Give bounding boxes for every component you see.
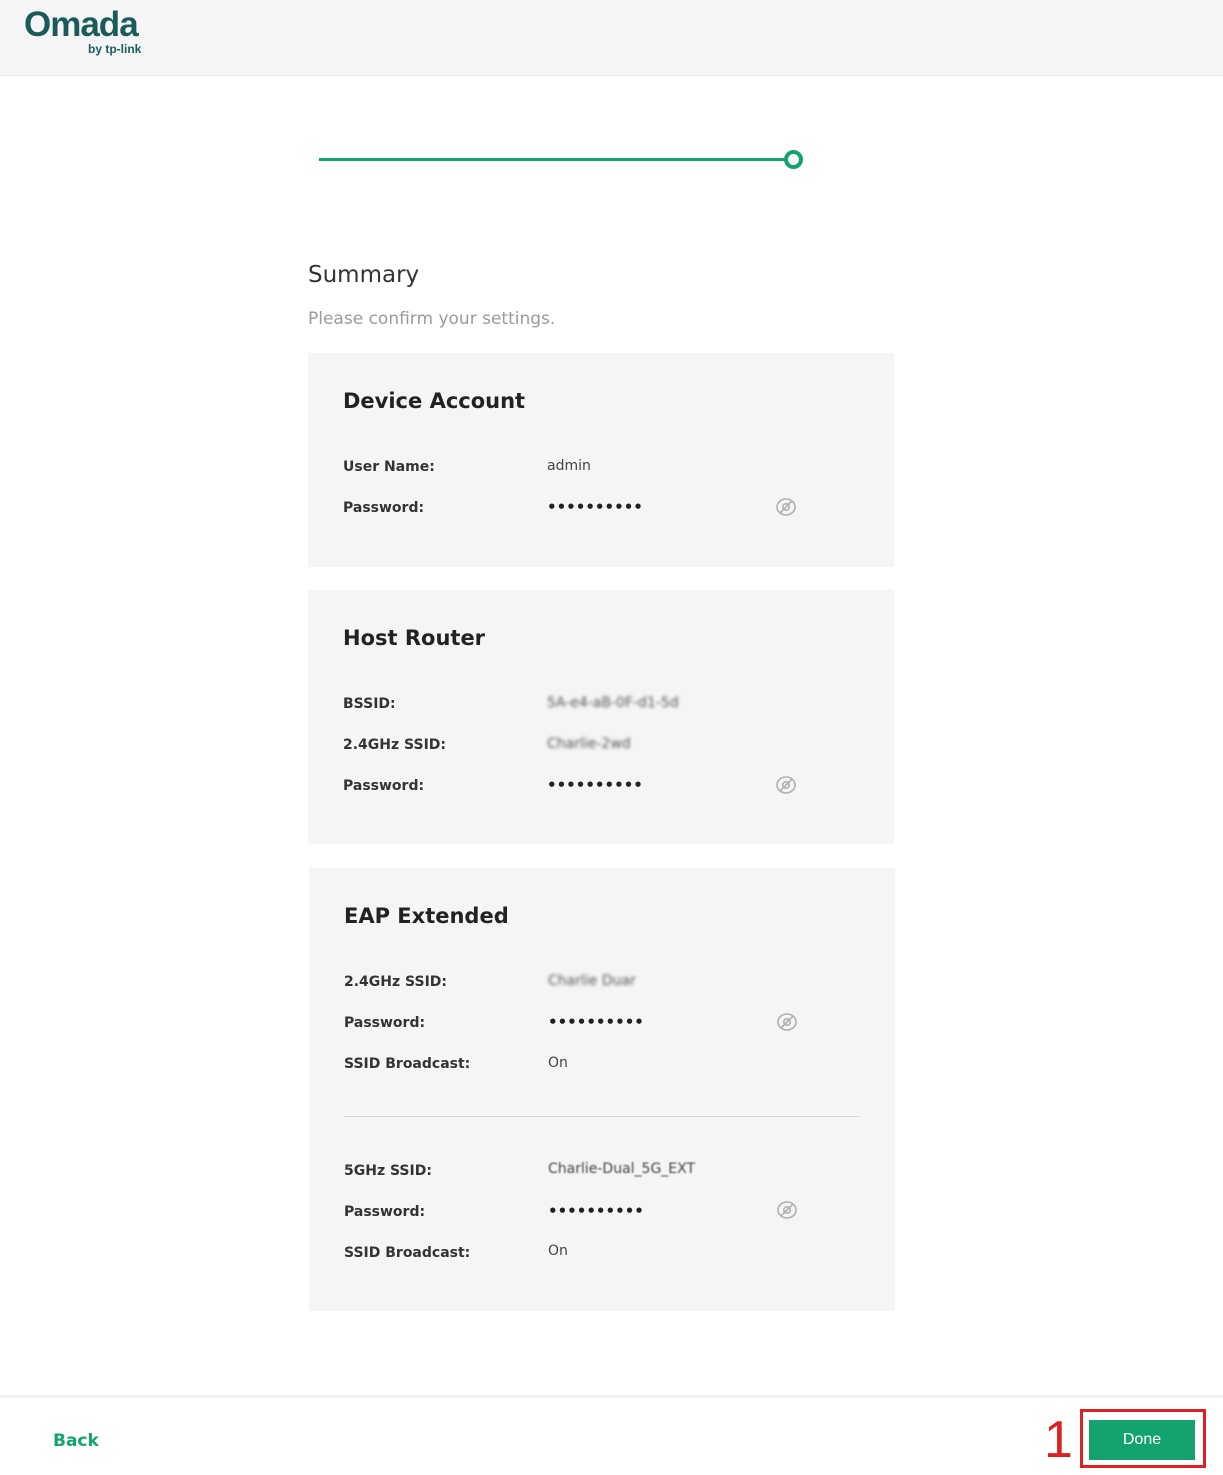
card-title: EAP Extended [344, 904, 509, 928]
device-account-card: Device Account User Name: admin Password… [308, 353, 894, 567]
logo-tagline: by tp-link [88, 42, 142, 56]
password-label: Password: [344, 1015, 426, 1031]
footer-bar [0, 1395, 1223, 1475]
wizard-progress [318, 150, 808, 170]
section-divider [344, 1116, 860, 1117]
ssid-5ghz-value: Charlie-Dual_5G_EXT [548, 1161, 695, 1177]
page-subtitle: Please confirm your settings. [308, 309, 556, 329]
ssid-broadcast-value: On [548, 1055, 568, 1071]
password-value: •••••••••• [548, 1202, 644, 1220]
progress-end-dot [784, 150, 803, 169]
ssid-24ghz-label: 2.4GHz SSID: [343, 737, 446, 753]
back-button[interactable]: Back [53, 1431, 99, 1451]
ssid-broadcast-value: On [548, 1243, 568, 1259]
user-name-label: User Name: [343, 459, 435, 475]
password-value: •••••••••• [547, 498, 643, 516]
ssid-broadcast-label: SSID Broadcast: [344, 1245, 471, 1261]
host-router-card: Host Router BSSID: 5A-e4-aB-0F-d1-5d 2.4… [308, 590, 894, 844]
password-label: Password: [343, 778, 425, 794]
user-name-value: admin [547, 458, 591, 474]
password-label: Password: [343, 500, 425, 516]
card-title: Device Account [343, 389, 526, 413]
ssid-24ghz-label: 2.4GHz SSID: [344, 974, 447, 990]
eye-off-icon[interactable] [775, 774, 797, 796]
eap-extended-card: EAP Extended 2.4GHz SSID: Charlie Duar P… [309, 868, 895, 1311]
card-title: Host Router [343, 626, 486, 650]
password-value: •••••••••• [548, 1013, 644, 1031]
page-title: Summary [308, 262, 420, 288]
annotation-step-number: 1 [1044, 1411, 1073, 1469]
ssid-5ghz-label: 5GHz SSID: [344, 1163, 432, 1179]
bssid-value: 5A-e4-aB-0F-d1-5d [547, 695, 679, 711]
ssid-5ghz-text: Charlie-Dual_5G_EXT [548, 1161, 696, 1177]
ssid-broadcast-label: SSID Broadcast: [344, 1056, 471, 1072]
password-label: Password: [344, 1204, 426, 1220]
bssid-label: BSSID: [343, 696, 396, 712]
header-bar: Omada by tp-link [0, 0, 1223, 76]
eye-off-icon[interactable] [775, 496, 797, 518]
ssid-24ghz-value: Charlie Duar [548, 973, 636, 989]
logo-text: Omada [24, 5, 139, 44]
omada-logo: Omada by tp-link [24, 5, 141, 57]
eye-off-icon[interactable] [776, 1011, 798, 1033]
eye-off-icon[interactable] [776, 1199, 798, 1221]
password-value: •••••••••• [547, 776, 643, 794]
ssid-24ghz-value: Charlie-2wd [547, 736, 631, 752]
progress-line [319, 158, 789, 161]
done-button[interactable]: Done [1089, 1420, 1195, 1460]
